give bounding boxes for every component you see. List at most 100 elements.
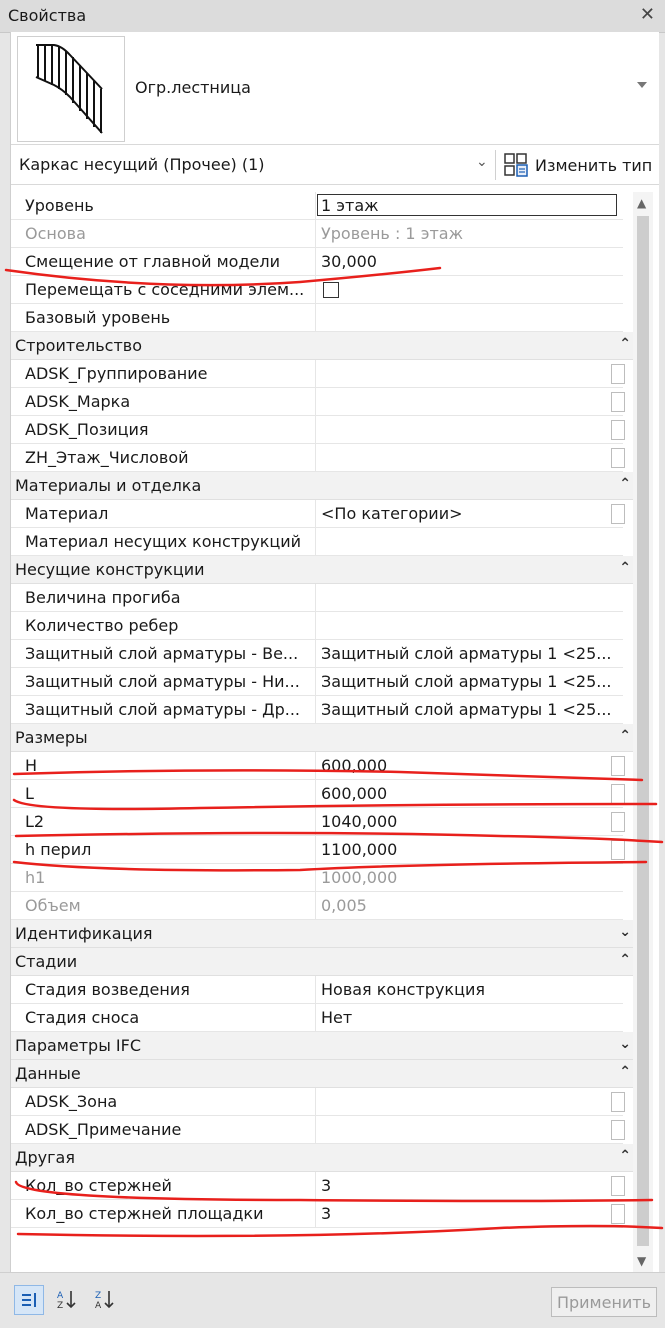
group-header[interactable]: Данные ⌃ bbox=[11, 1060, 637, 1088]
property-row[interactable]: Базовый уровень bbox=[11, 304, 623, 332]
edit-type-button[interactable]: Изменить тип bbox=[503, 150, 652, 180]
selection-filter[interactable]: Каркас несущий (Прочее) (1) ⌄ Изменить т… bbox=[11, 146, 659, 185]
associate-parameter-button[interactable] bbox=[611, 784, 625, 804]
sort-by-category-icon[interactable] bbox=[14, 1285, 44, 1315]
property-value[interactable]: Защитный слой арматуры 1 <25... bbox=[321, 644, 619, 663]
associate-parameter-button[interactable] bbox=[611, 448, 625, 468]
property-value[interactable]: 1 этаж bbox=[321, 196, 619, 215]
property-value[interactable]: <По категории> bbox=[321, 504, 619, 523]
collapse-chevron-icon[interactable]: ⌃ bbox=[619, 336, 631, 352]
scroll-thumb[interactable] bbox=[637, 216, 649, 1246]
property-row[interactable]: L2 1040,000 bbox=[11, 808, 625, 836]
property-row[interactable]: Стадия возведения Новая конструкция bbox=[11, 976, 623, 1004]
property-name: h перил bbox=[25, 840, 92, 859]
property-row[interactable]: Количество ребер bbox=[11, 612, 623, 640]
collapse-chevron-icon[interactable]: ⌃ bbox=[619, 476, 631, 492]
collapse-chevron-icon[interactable]: ⌃ bbox=[619, 728, 631, 744]
property-value[interactable]: 600,000 bbox=[321, 756, 619, 775]
property-row[interactable]: ADSK_Позиция bbox=[11, 416, 625, 444]
property-row[interactable]: Объем 0,005 bbox=[11, 892, 623, 920]
property-value[interactable]: 30,000 bbox=[321, 252, 619, 271]
associate-parameter-button[interactable] bbox=[611, 812, 625, 832]
expand-chevron-icon[interactable]: ⌄ bbox=[619, 1036, 631, 1052]
chevron-down-icon[interactable]: ⌄ bbox=[476, 154, 488, 170]
property-row[interactable]: Защитный слой арматуры - Ве... Защитный с… bbox=[11, 640, 623, 668]
property-name: Уровень bbox=[25, 196, 94, 215]
group-header[interactable]: Размеры ⌃ bbox=[11, 724, 637, 752]
property-value[interactable]: 1100,000 bbox=[321, 840, 619, 859]
property-row[interactable]: ADSK_Примечание bbox=[11, 1116, 625, 1144]
collapse-chevron-icon[interactable]: ⌃ bbox=[619, 1064, 631, 1080]
scroll-down-icon[interactable]: ▼ bbox=[637, 1254, 646, 1268]
associate-parameter-button[interactable] bbox=[611, 420, 625, 440]
group-header[interactable]: Несущие конструкции ⌃ bbox=[11, 556, 637, 584]
property-value[interactable]: 3 bbox=[321, 1204, 619, 1223]
svg-text:Z: Z bbox=[95, 1291, 101, 1301]
associate-parameter-button[interactable] bbox=[611, 1204, 625, 1224]
property-value[interactable]: Защитный слой арматуры 1 <25... bbox=[321, 672, 619, 691]
property-row[interactable]: h перил 1100,000 bbox=[11, 836, 625, 864]
property-name: Стадия сноса bbox=[25, 1008, 140, 1027]
scrollbar[interactable]: ▲ ▼ bbox=[633, 192, 653, 1272]
property-row[interactable]: Материал <По категории> bbox=[11, 500, 625, 528]
property-row[interactable]: L 600,000 bbox=[11, 780, 625, 808]
property-row[interactable]: Кол_во стержней площадки 3 bbox=[11, 1200, 625, 1228]
property-row[interactable]: ADSK_Зона bbox=[11, 1088, 625, 1116]
sort-descending-icon[interactable]: ZA bbox=[90, 1285, 118, 1313]
group-header[interactable]: Строительство ⌃ bbox=[11, 332, 637, 360]
group-label: Материалы и отделка bbox=[15, 476, 202, 495]
collapse-chevron-icon[interactable]: ⌃ bbox=[619, 560, 631, 576]
property-value[interactable]: Новая конструкция bbox=[321, 980, 619, 999]
property-row[interactable]: ADSK_Марка bbox=[11, 388, 625, 416]
property-row[interactable]: H 600,000 bbox=[11, 752, 625, 780]
property-row[interactable]: Уровень 1 этаж bbox=[11, 192, 623, 220]
group-header[interactable]: Материалы и отделка ⌃ bbox=[11, 472, 637, 500]
associate-parameter-button[interactable] bbox=[611, 756, 625, 776]
property-checkbox[interactable] bbox=[323, 282, 339, 298]
collapse-chevron-icon[interactable]: ⌃ bbox=[619, 1148, 631, 1164]
group-header[interactable]: Стадии ⌃ bbox=[11, 948, 637, 976]
associate-parameter-button[interactable] bbox=[611, 364, 625, 384]
property-value[interactable]: 1040,000 bbox=[321, 812, 619, 831]
chevron-down-icon[interactable] bbox=[637, 82, 647, 88]
property-row[interactable]: Защитный слой арматуры - Др... Защитный с… bbox=[11, 696, 623, 724]
group-header[interactable]: Параметры IFC ⌄ bbox=[11, 1032, 637, 1060]
group-header[interactable]: Идентификация ⌄ bbox=[11, 920, 637, 948]
property-row[interactable]: Кол_во стержней 3 bbox=[11, 1172, 625, 1200]
property-name: h1 bbox=[25, 868, 46, 887]
property-row[interactable]: ADSK_Группирование bbox=[11, 360, 625, 388]
associate-parameter-button[interactable] bbox=[611, 840, 625, 860]
column-divider bbox=[315, 528, 316, 556]
column-divider bbox=[315, 892, 316, 920]
title-bar: Свойства ✕ bbox=[0, 0, 665, 33]
group-header[interactable]: Другая ⌃ bbox=[11, 1144, 637, 1172]
property-row[interactable]: h1 1000,000 bbox=[11, 864, 623, 892]
property-row[interactable]: Перемещать с соседними элем... bbox=[11, 276, 623, 304]
type-selector[interactable]: Огр.лестница bbox=[11, 32, 659, 145]
property-row[interactable]: Защитный слой арматуры - Ни... Защитный с… bbox=[11, 668, 623, 696]
associate-parameter-button[interactable] bbox=[611, 1176, 625, 1196]
property-row[interactable]: Материал несущих конструкций bbox=[11, 528, 623, 556]
property-row[interactable]: Основа Уровень : 1 этаж bbox=[11, 220, 623, 248]
property-name: ADSK_Марка bbox=[25, 392, 131, 411]
sort-ascending-icon[interactable]: AZ bbox=[52, 1285, 80, 1313]
property-value[interactable]: Нет bbox=[321, 1008, 619, 1027]
property-row[interactable]: Смещение от главной модели 30,000 bbox=[11, 248, 623, 276]
expand-chevron-icon[interactable]: ⌄ bbox=[619, 924, 631, 940]
associate-parameter-button[interactable] bbox=[611, 1120, 625, 1140]
associate-parameter-button[interactable] bbox=[611, 392, 625, 412]
column-divider bbox=[315, 668, 316, 696]
property-row[interactable]: Величина прогиба bbox=[11, 584, 623, 612]
property-row[interactable]: ZH_Этаж_Числовой bbox=[11, 444, 625, 472]
apply-button[interactable]: Применить bbox=[551, 1287, 657, 1317]
associate-parameter-button[interactable] bbox=[611, 1092, 625, 1112]
property-value[interactable]: 3 bbox=[321, 1176, 619, 1195]
property-value[interactable]: 600,000 bbox=[321, 784, 619, 803]
property-value[interactable]: Защитный слой арматуры 1 <25... bbox=[321, 700, 619, 719]
collapse-chevron-icon[interactable]: ⌃ bbox=[619, 952, 631, 968]
property-row[interactable]: Стадия сноса Нет bbox=[11, 1004, 623, 1032]
associate-parameter-button[interactable] bbox=[611, 504, 625, 524]
scroll-up-icon[interactable]: ▲ bbox=[637, 196, 646, 210]
close-icon[interactable]: ✕ bbox=[640, 4, 655, 25]
property-name: L bbox=[25, 784, 34, 803]
